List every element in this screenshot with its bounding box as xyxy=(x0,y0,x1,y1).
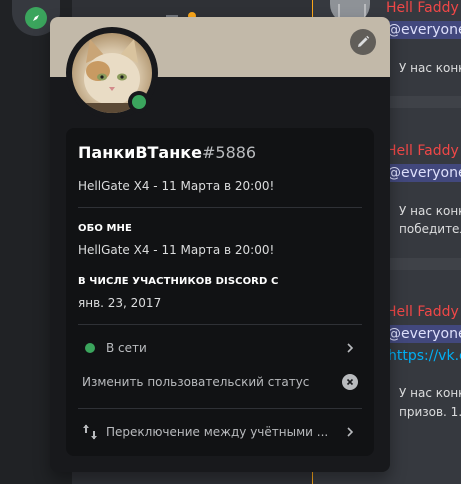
divider xyxy=(78,207,362,208)
status-label: В сети xyxy=(106,341,147,355)
online-status-icon xyxy=(82,343,98,353)
mention-everyone[interactable]: @everyone xyxy=(384,164,461,182)
message-divider xyxy=(384,258,461,270)
message-text: победител xyxy=(399,222,461,236)
custom-status-text: HellGate X4 - 11 Марта в 20:00! xyxy=(78,179,275,193)
switch-accounts-icon xyxy=(82,424,98,440)
message-author[interactable]: Hell Faddy xyxy=(386,0,459,16)
switch-accounts-label: Переключение между учётными ... xyxy=(106,425,329,439)
message-text: У нас конк xyxy=(399,204,461,218)
message-author[interactable]: Hell Faddy xyxy=(386,143,459,159)
chevron-right-icon xyxy=(342,424,358,440)
message-text: призов. 1. xyxy=(399,405,461,419)
discriminator: #5886 xyxy=(201,143,257,162)
username: ПанкиВТанке xyxy=(78,143,202,162)
set-status-menu-item[interactable]: В сети xyxy=(74,332,366,364)
edit-custom-status-menu-item[interactable]: Изменить пользовательский статус xyxy=(74,366,366,398)
message-author[interactable]: Hell Faddy xyxy=(386,304,459,320)
chevron-right-icon xyxy=(342,340,358,356)
divider xyxy=(78,408,362,409)
edit-profile-button[interactable] xyxy=(350,29,376,55)
member-since-date: янв. 23, 2017 xyxy=(78,296,162,310)
divider xyxy=(78,324,362,325)
edit-custom-status-label: Изменить пользовательский статус xyxy=(82,375,310,389)
profile-name[interactable]: ПанкиВТанке#5886 xyxy=(78,143,256,162)
mention-everyone[interactable]: @everyone xyxy=(384,21,461,39)
message-text: У нас конк xyxy=(399,386,461,400)
pencil-icon xyxy=(358,35,370,47)
about-me-heading: ОБО МНЕ xyxy=(78,223,132,234)
message-link[interactable]: https://vk.co xyxy=(388,348,461,364)
clear-x-icon[interactable] xyxy=(342,374,358,390)
compass-icon xyxy=(25,7,47,29)
message-text: У нас конк xyxy=(399,61,461,75)
mention-everyone[interactable]: @everyone xyxy=(384,325,461,343)
user-profile-popout: ПанкиВТанке#5886 HellGate X4 - 11 Марта … xyxy=(50,17,390,472)
member-since-heading: В ЧИСЛЕ УЧАСТНИКОВ DISCORD С xyxy=(78,276,279,287)
about-me-text: HellGate X4 - 11 Марта в 20:00! xyxy=(78,243,275,257)
online-status-indicator xyxy=(128,91,150,113)
switch-accounts-menu-item[interactable]: Переключение между учётными ... xyxy=(74,416,366,448)
message-divider xyxy=(384,96,461,108)
profile-body: ПанкиВТанке#5886 HellGate X4 - 11 Марта … xyxy=(66,128,374,456)
